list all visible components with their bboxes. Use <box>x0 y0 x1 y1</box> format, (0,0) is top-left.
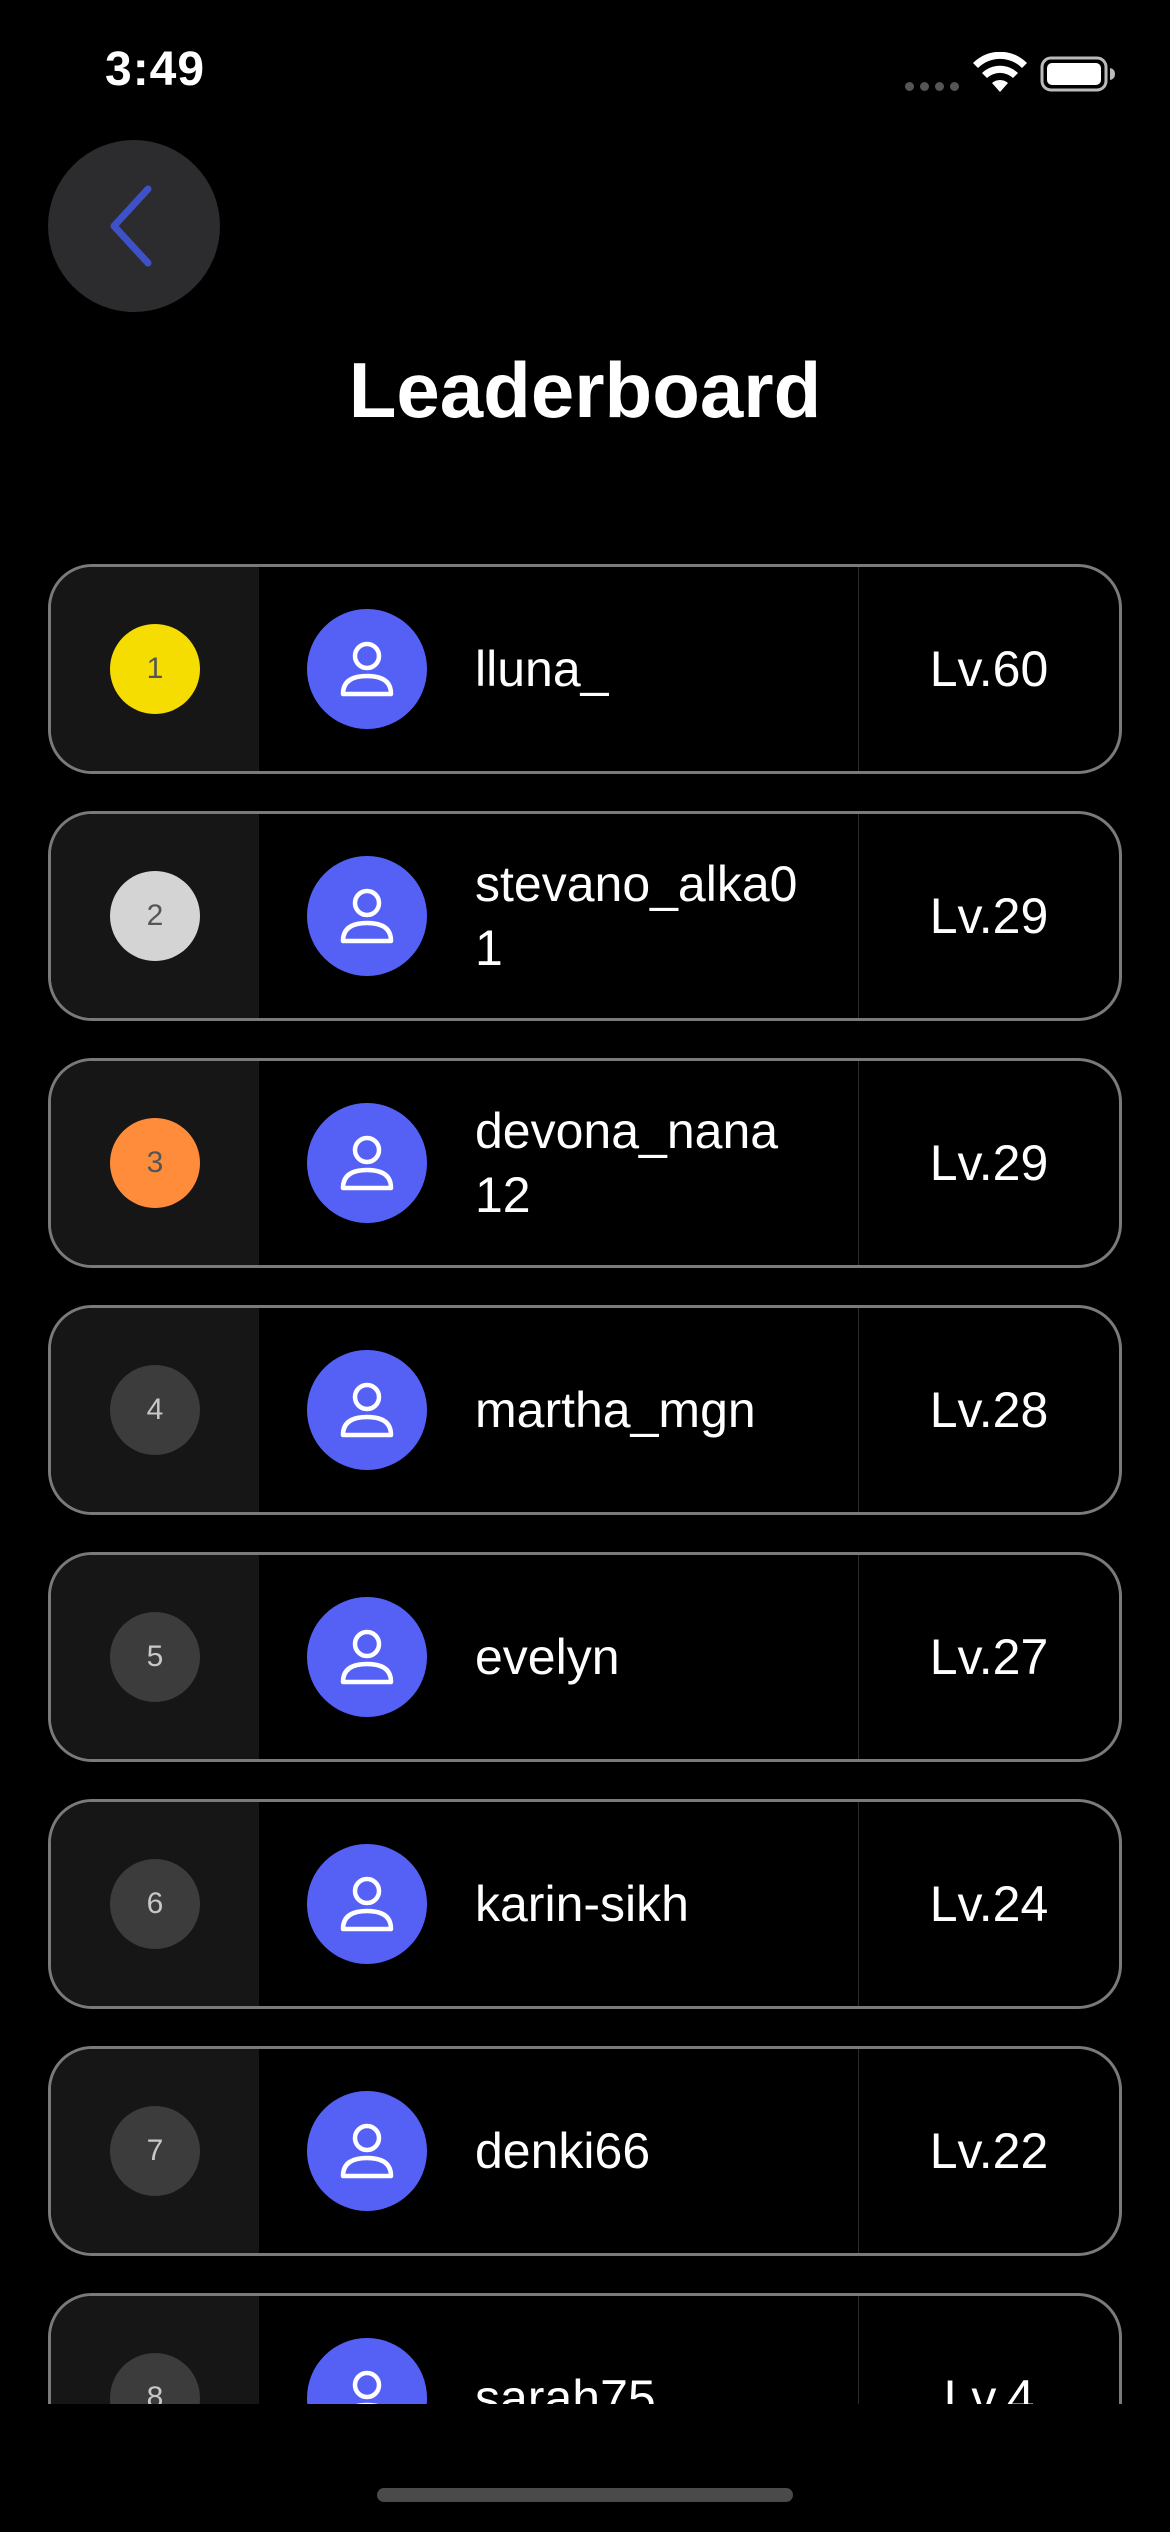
rank-cell: 6 <box>51 1802 259 2006</box>
person-icon <box>340 1382 394 1438</box>
person-icon <box>352 2370 382 2404</box>
status-bar: 3:49 <box>0 0 1170 150</box>
rank-badge: 3 <box>110 1118 200 1208</box>
rank-cell: 4 <box>51 1308 259 1512</box>
username: sarah75 <box>475 2370 656 2404</box>
user-cell: karin-sikh <box>259 1802 859 2006</box>
level-label: Lv.29 <box>929 1135 1049 1191</box>
level-label: Lv.24 <box>929 1876 1049 1932</box>
username: devona_nana12 <box>475 1103 779 1223</box>
status-time: 3:49 <box>105 43 206 96</box>
rank-cell: 8 <box>51 2296 259 2404</box>
rank-badge: 6 <box>110 1859 200 1949</box>
avatar[interactable] <box>307 1103 427 1223</box>
leaderboard-row[interactable]: 1 lluna_ Lv.60 <box>48 564 1122 774</box>
level-label: Lv.28 <box>929 1382 1049 1438</box>
user-cell: martha_mgn <box>259 1308 859 1512</box>
level-label: Lv.27 <box>929 1629 1049 1685</box>
avatar[interactable] <box>307 609 427 729</box>
leaderboard-row[interactable]: 8 sarah75 Lv.4 <box>48 2293 1122 2404</box>
user-cell: denki66 <box>259 2049 859 2253</box>
username: lluna_ <box>475 641 609 697</box>
home-indicator[interactable] <box>377 2488 793 2502</box>
user-cell: devona_nana12 <box>259 1061 859 1265</box>
person-icon <box>340 1876 394 1932</box>
avatar[interactable] <box>307 1844 427 1964</box>
username: denki66 <box>475 2123 651 2179</box>
avatar[interactable] <box>307 2091 427 2211</box>
avatar[interactable] <box>307 1597 427 1717</box>
person-icon <box>340 641 394 697</box>
rank-badge: 1 <box>110 624 200 714</box>
rank-cell: 2 <box>51 814 259 1018</box>
leaderboard-row[interactable]: 4 martha_mgn Lv.28 <box>48 1305 1122 1515</box>
leaderboard-row[interactable]: 6 karin-sikh Lv.24 <box>48 1799 1122 2009</box>
person-icon <box>340 1135 394 1191</box>
leaderboard-row[interactable]: 3 devona_nana12 Lv.29 <box>48 1058 1122 1268</box>
rank-badge: 4 <box>110 1365 200 1455</box>
leaderboard-list[interactable]: 1 lluna_ Lv.60 2 stevano_alka01 Lv.29 3 … <box>0 560 1170 2404</box>
level-label: Lv.4 <box>943 2370 1035 2404</box>
user-cell: evelyn <box>259 1555 859 1759</box>
person-icon <box>340 1629 394 1685</box>
battery-icon <box>1040 56 1115 92</box>
level-label: Lv.29 <box>929 888 1049 944</box>
avatar[interactable] <box>307 1350 427 1470</box>
username: martha_mgn <box>475 1382 756 1438</box>
rank-cell: 5 <box>51 1555 259 1759</box>
rank-cell: 1 <box>51 567 259 771</box>
level-label: Lv.60 <box>929 641 1049 697</box>
rank-cell: 3 <box>51 1061 259 1265</box>
leaderboard-row[interactable]: 2 stevano_alka01 Lv.29 <box>48 811 1122 1021</box>
back-button[interactable] <box>48 140 220 312</box>
user-cell: lluna_ <box>259 567 859 771</box>
person-icon <box>340 2123 394 2179</box>
rank-badge: 8 <box>110 2353 200 2404</box>
person-icon <box>340 888 394 944</box>
avatar[interactable] <box>307 2338 427 2404</box>
rank-badge: 2 <box>110 871 200 961</box>
leaderboard-row[interactable]: 5 evelyn Lv.27 <box>48 1552 1122 1762</box>
avatar[interactable] <box>307 856 427 976</box>
username: karin-sikh <box>475 1876 689 1932</box>
username: evelyn <box>475 1629 620 1685</box>
rank-badge: 5 <box>110 1612 200 1702</box>
user-cell: stevano_alka01 <box>259 814 859 1018</box>
page-title: Leaderboard <box>348 346 822 434</box>
rank-badge: 7 <box>110 2106 200 2196</box>
rank-cell: 7 <box>51 2049 259 2253</box>
leaderboard-row[interactable]: 7 denki66 Lv.22 <box>48 2046 1122 2256</box>
user-cell: sarah75 <box>259 2296 859 2404</box>
username: stevano_alka01 <box>475 856 798 976</box>
wifi-icon <box>973 52 1027 92</box>
chevron-left-icon <box>110 185 152 267</box>
cellular-signal-icon <box>905 82 959 91</box>
level-label: Lv.22 <box>929 2123 1049 2179</box>
